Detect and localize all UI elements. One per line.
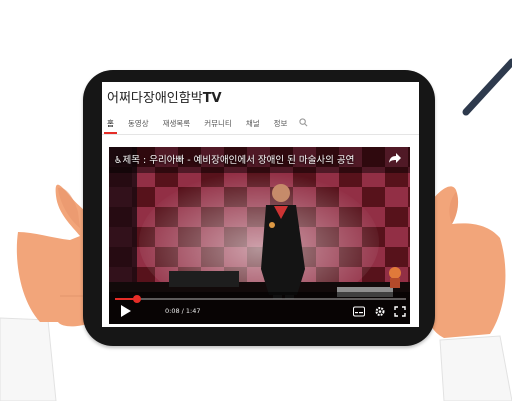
search-icon[interactable] <box>299 117 308 129</box>
tab-home[interactable]: 홈 <box>104 118 117 134</box>
left-sleeve <box>0 317 57 401</box>
settings-gear-icon[interactable] <box>374 306 386 317</box>
right-sleeve <box>439 335 512 401</box>
tab-about[interactable]: 정보 <box>274 118 288 129</box>
video-player[interactable]: ♿제목 : 우리아빠 - 예비장애인에서 장애인 된 마술사의 공연 0:08 … <box>109 147 410 324</box>
subtitles-icon[interactable] <box>353 306 365 317</box>
progress-bar[interactable] <box>115 295 406 303</box>
fullscreen-icon[interactable] <box>394 306 406 317</box>
tab-channels[interactable]: 채널 <box>246 118 260 129</box>
play-icon[interactable] <box>120 304 132 318</box>
tablet-screen: 어쩌다장애인함박TV 홈 동영상 재생목록 커뮤니티 채널 정보 ♿제목: 우… <box>102 82 419 327</box>
video-title: ♿제목 : 우리아빠 - 예비장애인에서 장애인 된 마술사의 공연 <box>114 155 355 166</box>
time-display: 0:08 / 1:47 <box>165 307 201 315</box>
tab-community[interactable]: 커뮤니티 <box>204 118 232 129</box>
channel-tabs: 홈 동영상 재생목록 커뮤니티 채널 정보 <box>104 116 308 134</box>
tab-videos[interactable]: 동영상 <box>128 118 149 129</box>
tab-playlists[interactable]: 재생목록 <box>163 118 191 129</box>
stylus-pen <box>462 58 512 116</box>
channel-title: 어쩌다장애인함박TV <box>107 87 222 106</box>
tab-divider <box>102 134 419 135</box>
channel-title-main: 어쩌다장애인함박 <box>107 91 203 106</box>
share-icon[interactable] <box>388 151 402 165</box>
right-hand <box>426 186 506 338</box>
progress-scrubber[interactable] <box>132 295 141 303</box>
channel-title-suffix: TV <box>202 91 222 106</box>
